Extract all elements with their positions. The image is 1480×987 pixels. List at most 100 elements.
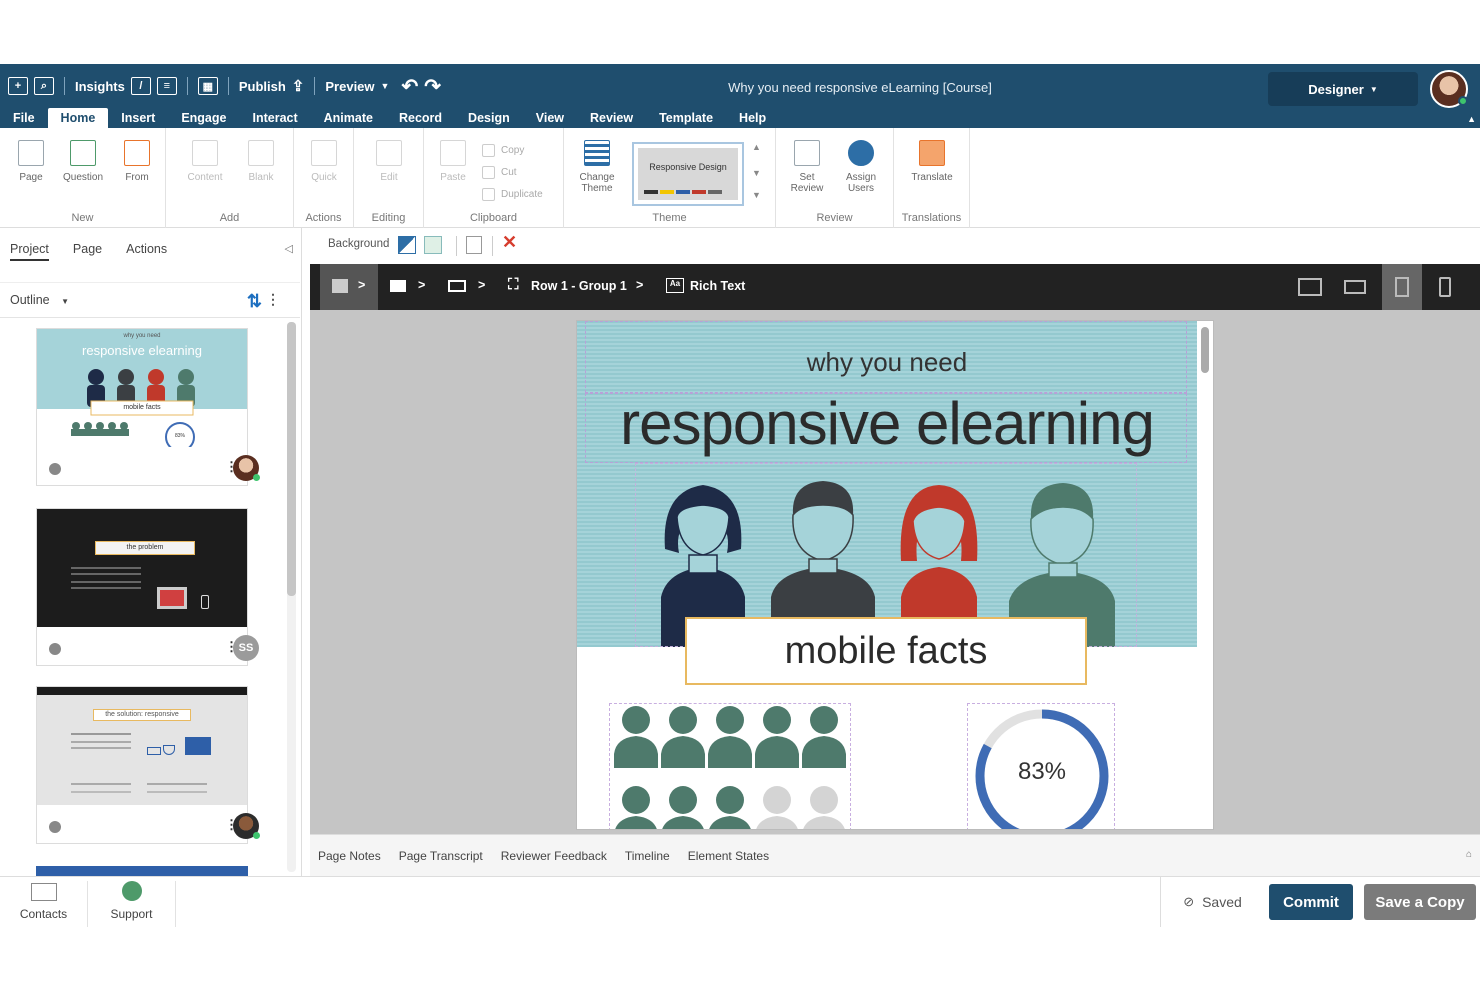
new-from-button[interactable]: From (112, 140, 162, 183)
outline-dropdown[interactable]: Outline ▼ (10, 293, 69, 307)
menu-review[interactable]: Review (577, 108, 646, 128)
menu-animate[interactable]: Animate (311, 108, 386, 128)
remove-background-icon[interactable]: ✕ (502, 232, 517, 253)
save-a-copy-button[interactable]: Save a Copy (1364, 884, 1476, 920)
menu-design[interactable]: Design (455, 108, 523, 128)
desktop-view-icon[interactable] (1293, 272, 1327, 302)
assignee-avatar[interactable] (233, 455, 260, 481)
outline-scrollbar[interactable] (287, 322, 296, 872)
page-thumbnail-1[interactable]: why you need responsive elearning mobile… (36, 328, 260, 486)
scrollbar-thumb[interactable] (287, 322, 296, 596)
outline-icon[interactable]: ≡ (156, 77, 177, 95)
sync-icon[interactable]: ⇅ (247, 291, 262, 312)
chevron-right-icon: > (418, 278, 426, 292)
support-button[interactable]: Support (88, 881, 176, 927)
grid-icon[interactable]: ▦ (197, 77, 218, 95)
translate-icon (919, 140, 945, 166)
zoom-icon[interactable]: ⌕ (34, 77, 54, 95)
assignee-avatar[interactable]: SS (233, 635, 259, 661)
paste-button[interactable]: Paste (428, 140, 478, 183)
add-blank-button[interactable]: Blank (236, 140, 286, 183)
tab-timeline[interactable]: Timeline (625, 849, 670, 863)
tab-project[interactable]: Project (10, 242, 49, 261)
tab-page-notes[interactable]: Page Notes (318, 849, 381, 863)
new-page-button[interactable]: Page (6, 140, 56, 183)
role-dropdown[interactable]: Designer ▼ (1268, 72, 1418, 106)
menu-view[interactable]: View (523, 108, 577, 128)
edit-button[interactable]: Edit (364, 140, 414, 183)
tablet-landscape-icon[interactable] (1338, 272, 1372, 302)
upload-icon[interactable]: ⇪ (292, 77, 305, 95)
background-color-icon[interactable] (398, 236, 416, 254)
progress-chart[interactable]: 83% (967, 703, 1115, 829)
person-icon (716, 786, 744, 814)
menu-help[interactable]: Help (726, 108, 779, 128)
theme-scroll-up-icon[interactable]: ▲ (752, 142, 761, 152)
tab-element-states[interactable]: Element States (688, 849, 769, 863)
insights-label[interactable]: Insights (75, 79, 125, 94)
assignee-avatar[interactable] (233, 813, 260, 839)
set-review-button[interactable]: Set Review (782, 140, 832, 194)
redo-icon[interactable]: ↷ (424, 74, 441, 99)
background-image-icon[interactable] (424, 236, 442, 254)
new-question-button[interactable]: Question (58, 140, 108, 183)
new-page-icon[interactable]: + (8, 77, 28, 95)
row-icon[interactable] (448, 280, 466, 292)
menu-file[interactable]: File (0, 108, 48, 128)
footer-bar: Contacts Support ⊘ Saved Commit Save a C… (0, 876, 1480, 927)
tab-page-transcript[interactable]: Page Transcript (399, 849, 483, 863)
menu-template[interactable]: Template (646, 108, 726, 128)
breadcrumb-page[interactable]: > (320, 264, 378, 310)
breadcrumb-group[interactable]: Row 1 - Group 1 (531, 279, 627, 293)
commit-button[interactable]: Commit (1269, 884, 1353, 920)
copy-button[interactable]: Copy (482, 144, 524, 157)
assign-users-button[interactable]: Assign Users (836, 140, 886, 194)
tab-page[interactable]: Page (73, 242, 102, 261)
change-theme-button[interactable]: Change Theme (572, 140, 622, 194)
menu-interact[interactable]: Interact (239, 108, 310, 128)
contacts-button[interactable]: Contacts (0, 881, 88, 927)
edit-icon[interactable]: / (130, 77, 151, 95)
ribbon-group-theme: Change Theme Responsive Design ▲ ▼ ▼ Them… (564, 128, 776, 228)
more-options-icon[interactable]: ⋮ (266, 291, 280, 308)
translate-button[interactable]: Translate (907, 140, 957, 183)
preview-button[interactable]: Preview (325, 79, 374, 94)
group-icon[interactable]: ⛶ (508, 276, 519, 293)
online-status-icon (253, 832, 260, 839)
tablet-portrait-icon[interactable] (1382, 264, 1422, 310)
phone-view-icon[interactable] (1428, 272, 1462, 302)
theme-more-icon[interactable]: ▼ (752, 190, 761, 200)
tab-reviewer-feedback[interactable]: Reviewer Feedback (501, 849, 607, 863)
scrollbar-thumb[interactable] (1201, 327, 1209, 373)
menu-insert[interactable]: Insert (108, 108, 168, 128)
theme-scroll-down-icon[interactable]: ▼ (752, 168, 761, 178)
progress-percent-label: 83% (1017, 758, 1067, 785)
menu-record[interactable]: Record (386, 108, 455, 128)
undo-icon[interactable]: ↶ (401, 74, 418, 99)
menu-engage[interactable]: Engage (168, 108, 239, 128)
section-icon[interactable] (390, 280, 406, 292)
quick-action-button[interactable]: Quick (299, 140, 349, 183)
expand-panel-icon[interactable]: ⌂ (1466, 849, 1472, 860)
page-thumbnail-3[interactable]: the solution: responsive ⋮ (36, 686, 260, 844)
chevron-down-icon[interactable]: ▼ (381, 81, 390, 91)
mobile-facts-box[interactable]: mobile facts (685, 617, 1087, 685)
collapse-panel-icon[interactable]: ◁ (285, 242, 293, 255)
people-icon-grid[interactable] (609, 703, 851, 829)
user-avatar[interactable] (1430, 70, 1468, 108)
theme-preview[interactable]: Responsive Design (632, 142, 744, 206)
slide-scrollbar[interactable] (1197, 321, 1213, 829)
collapse-ribbon-icon[interactable]: ▲ (1467, 114, 1476, 124)
copy-style-icon[interactable] (466, 236, 482, 254)
duplicate-button[interactable]: Duplicate (482, 188, 543, 201)
page-thumbnail-2[interactable]: the problem ⋮ SS (36, 508, 259, 666)
theme-colors (644, 190, 722, 194)
role-label: Designer (1308, 81, 1364, 97)
add-content-button[interactable]: Content (180, 140, 230, 183)
menu-home[interactable]: Home (47, 108, 109, 128)
cut-button[interactable]: Cut (482, 166, 517, 179)
tab-actions[interactable]: Actions (126, 242, 167, 261)
page-thumbnail-4[interactable] (36, 866, 248, 876)
breadcrumb-rich-text[interactable]: Rich Text (690, 279, 745, 293)
publish-button[interactable]: Publish (239, 79, 286, 94)
